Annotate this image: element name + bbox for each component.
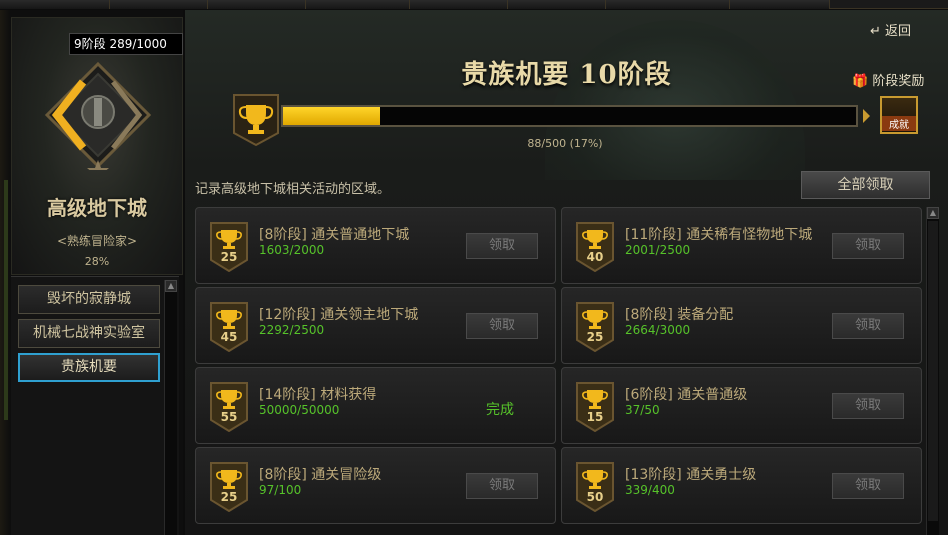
background-arch: [545, 20, 805, 180]
top-tab[interactable]: [208, 0, 306, 9]
stage-reward-link[interactable]: 🎁 阶段奖励: [852, 70, 942, 89]
achievement-title: [11阶段] 通关稀有怪物地下城: [625, 227, 813, 243]
top-tab[interactable]: [606, 0, 730, 9]
rank-percent: 28%: [84, 255, 110, 268]
side-item-lab[interactable]: 机械七战神实验室: [18, 319, 160, 348]
rank-subtitle: <熟练冒险家>: [56, 234, 138, 248]
achievement-complete-label: 完成: [486, 402, 514, 418]
achievement-title: [8阶段] 通关冒险级: [259, 467, 382, 483]
trophy-icon: [576, 462, 614, 513]
achievement-level: 25: [220, 250, 238, 264]
back-arrow-icon: ↵: [870, 24, 881, 39]
trophy-icon: [210, 462, 248, 513]
trophy-icon: [210, 222, 248, 273]
stage-progress-bar: [281, 105, 858, 127]
achievement-level: 25: [220, 490, 238, 504]
achievement-card: 25 [8阶段] 通关普通地下城 1603/2000 领取: [195, 207, 556, 284]
achievement-title: [8阶段] 通关普通地下城: [259, 227, 410, 243]
scroll-up-icon[interactable]: ▲: [165, 280, 177, 292]
claim-button[interactable]: 领取: [832, 393, 904, 419]
stage-badge: 9阶段 289/1000: [69, 33, 183, 55]
scroll-up-icon[interactable]: ▲: [927, 207, 939, 219]
achievement-level: 55: [220, 410, 238, 424]
side-item-noble-affairs[interactable]: 贵族机要: [18, 353, 160, 382]
stage-progress-fill: [283, 107, 381, 125]
rank-title: 高级地下城: [47, 196, 147, 220]
claim-button[interactable]: 领取: [466, 313, 538, 339]
achievement-title: [14阶段] 材料获得: [259, 387, 377, 403]
main-panel: ↵ 返回 贵族机要 10阶段 🎁 阶段奖励 成就 88/500 (17%) 记录…: [185, 10, 948, 535]
top-tab[interactable]: [410, 0, 508, 9]
claim-button[interactable]: 领取: [832, 313, 904, 339]
back-label: 返回: [885, 24, 912, 39]
achievement-card: 25 [8阶段] 装备分配 2664/3000 领取: [561, 287, 922, 364]
achievement-level: 25: [586, 330, 604, 344]
gift-icon: 🎁: [852, 74, 869, 89]
achievement-progress: 1603/2000: [259, 243, 325, 257]
left-edge: [0, 10, 10, 535]
trophy-icon: [576, 302, 614, 353]
trophy-icon: [210, 302, 248, 353]
claim-button[interactable]: 领取: [832, 473, 904, 499]
trophy-icon: [210, 382, 248, 433]
trophy-icon: [233, 94, 279, 147]
claim-button[interactable]: 领取: [466, 233, 538, 259]
side-list-scrollbar[interactable]: ▲: [164, 280, 177, 535]
back-button[interactable]: ↵ 返回: [870, 20, 940, 39]
claim-all-button[interactable]: 全部领取: [801, 171, 930, 199]
achievement-card: 15 [6阶段] 通关普通级 37/50 领取: [561, 367, 922, 444]
top-tab-strip: [0, 0, 948, 9]
chest-label: 成就: [882, 116, 916, 131]
achievement-card: 45 [12阶段] 通关领主地下城 2292/2500 领取: [195, 287, 556, 364]
top-tab[interactable]: [730, 0, 830, 9]
achievement-level: 40: [586, 250, 604, 264]
achievement-progress: 50000/50000: [259, 403, 340, 417]
achievement-progress: 2292/2500: [259, 323, 325, 337]
achievement-title: [6阶段] 通关普通级: [625, 387, 748, 403]
claim-button[interactable]: 领取: [832, 233, 904, 259]
top-tab[interactable]: [0, 0, 110, 9]
achievement-card: 50 [13阶段] 通关勇士级 339/400 领取: [561, 447, 922, 524]
achievement-card: 25 [8阶段] 通关冒险级 97/100 领取: [195, 447, 556, 524]
achievement-scrollbar[interactable]: ▲: [926, 207, 939, 535]
achievement-grid: 25 [8阶段] 通关普通地下城 1603/2000 领取 40 [11阶段] 通关稀有怪…: [195, 207, 924, 535]
top-tab[interactable]: [306, 0, 410, 9]
reward-chest-icon[interactable]: 成就: [880, 96, 918, 134]
page-title: 贵族机要 10阶段: [461, 60, 672, 90]
top-tab[interactable]: [110, 0, 208, 9]
achievement-progress: 2664/3000: [625, 323, 691, 337]
side-item-ruined-city[interactable]: 毁坏的寂静城: [18, 285, 160, 314]
achievement-progress: 2001/2500: [625, 243, 691, 257]
achievement-progress: 37/50: [625, 403, 660, 417]
trophy-icon: [576, 222, 614, 273]
achievement-title: [12阶段] 通关领主地下城: [259, 307, 419, 323]
achievement-level: 15: [586, 410, 604, 424]
achievement-progress: 97/100: [259, 483, 302, 497]
achievement-progress: 339/400: [625, 483, 675, 497]
achievement-card: 55 [14阶段] 材料获得 50000/50000 完成: [195, 367, 556, 444]
dungeon-list: 毁坏的寂静城 机械七战神实验室 贵族机要: [11, 276, 179, 535]
section-description: 记录高级地下城相关活动的区域。: [195, 182, 391, 197]
claim-button[interactable]: 领取: [466, 473, 538, 499]
top-tab[interactable]: [508, 0, 606, 9]
achievement-card: 40 [11阶段] 通关稀有怪物地下城 2001/2500 领取: [561, 207, 922, 284]
stage-reward-label: 阶段奖励: [872, 74, 925, 89]
progress-arrow-icon: [863, 109, 870, 123]
rank-emblem-icon: [44, 61, 152, 170]
achievement-level: 45: [220, 330, 238, 344]
trophy-icon: [576, 382, 614, 433]
achievement-level: 50: [586, 490, 604, 504]
achievement-title: [8阶段] 装备分配: [625, 307, 734, 323]
achievement-title: [13阶段] 通关勇士级: [625, 467, 757, 483]
progress-text: 88/500 (17%): [527, 137, 603, 150]
scroll-thumb[interactable]: [928, 221, 938, 521]
